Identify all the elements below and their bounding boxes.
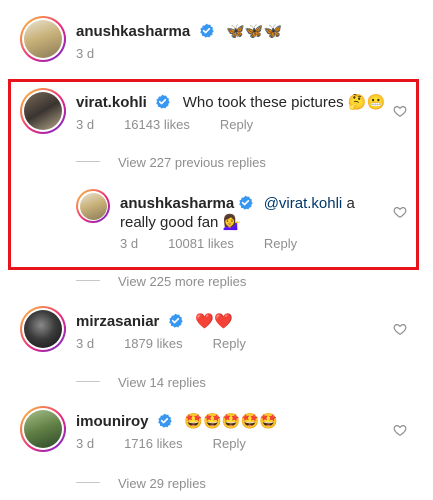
comment-text: 🤩🤩🤩🤩🤩 bbox=[184, 413, 278, 430]
verified-badge-icon bbox=[169, 313, 183, 328]
reply-button[interactable]: Reply bbox=[213, 436, 246, 451]
username[interactable]: imouniroy bbox=[76, 413, 149, 430]
verified-badge-icon bbox=[199, 23, 214, 38]
avatar[interactable] bbox=[76, 189, 110, 223]
replies-line bbox=[76, 161, 100, 162]
heart-icon[interactable] bbox=[393, 322, 407, 336]
reply-button[interactable]: Reply bbox=[220, 117, 253, 132]
verified-badge-icon bbox=[156, 94, 171, 109]
comment-time: 3 d bbox=[76, 117, 95, 132]
avatar[interactable] bbox=[20, 306, 66, 352]
likes-count[interactable]: 16143 likes bbox=[124, 117, 190, 132]
comment-time: 3 d bbox=[120, 236, 139, 251]
comment-time: 3 d bbox=[76, 336, 95, 351]
view-more-replies[interactable]: View 225 more replies bbox=[118, 274, 246, 289]
avatar[interactable] bbox=[20, 88, 66, 134]
verified-badge-icon bbox=[158, 413, 172, 428]
comment-text: a bbox=[342, 195, 355, 212]
reply-button[interactable]: Reply bbox=[213, 336, 246, 351]
comment-text: Who took these pictures 🤔😬 bbox=[182, 94, 386, 111]
comment-text: ❤️❤️ bbox=[195, 313, 233, 330]
username[interactable]: virat.kohli bbox=[76, 94, 147, 111]
replies-line bbox=[76, 482, 100, 483]
replies-line bbox=[76, 381, 100, 382]
mention-link[interactable]: @virat.kohli bbox=[264, 195, 343, 212]
heart-icon[interactable] bbox=[393, 423, 407, 437]
avatar[interactable] bbox=[20, 16, 66, 62]
heart-icon[interactable] bbox=[393, 205, 407, 219]
view-replies[interactable]: View 14 replies bbox=[118, 375, 206, 390]
view-replies[interactable]: View 29 replies bbox=[118, 476, 206, 491]
comment-time: 3 d bbox=[76, 436, 95, 451]
heart-icon[interactable] bbox=[393, 104, 407, 118]
comment-text-line2: really good fan 💁‍♀️ bbox=[120, 214, 242, 231]
verified-badge-icon bbox=[239, 195, 253, 210]
view-previous-replies[interactable]: View 227 previous replies bbox=[118, 155, 266, 170]
reply-button[interactable]: Reply bbox=[264, 236, 297, 251]
likes-count[interactable]: 1716 likes bbox=[124, 436, 183, 451]
avatar[interactable] bbox=[20, 406, 66, 452]
likes-count[interactable]: 1879 likes bbox=[124, 336, 183, 351]
username[interactable]: anushkasharma bbox=[120, 195, 234, 212]
replies-line bbox=[76, 280, 100, 281]
comment-time: 3 d bbox=[76, 46, 95, 61]
username[interactable]: mirzasaniar bbox=[76, 313, 159, 330]
comment-text: 🦋🦋🦋 bbox=[226, 23, 283, 40]
likes-count[interactable]: 10081 likes bbox=[168, 236, 234, 251]
username[interactable]: anushkasharma bbox=[76, 23, 190, 40]
